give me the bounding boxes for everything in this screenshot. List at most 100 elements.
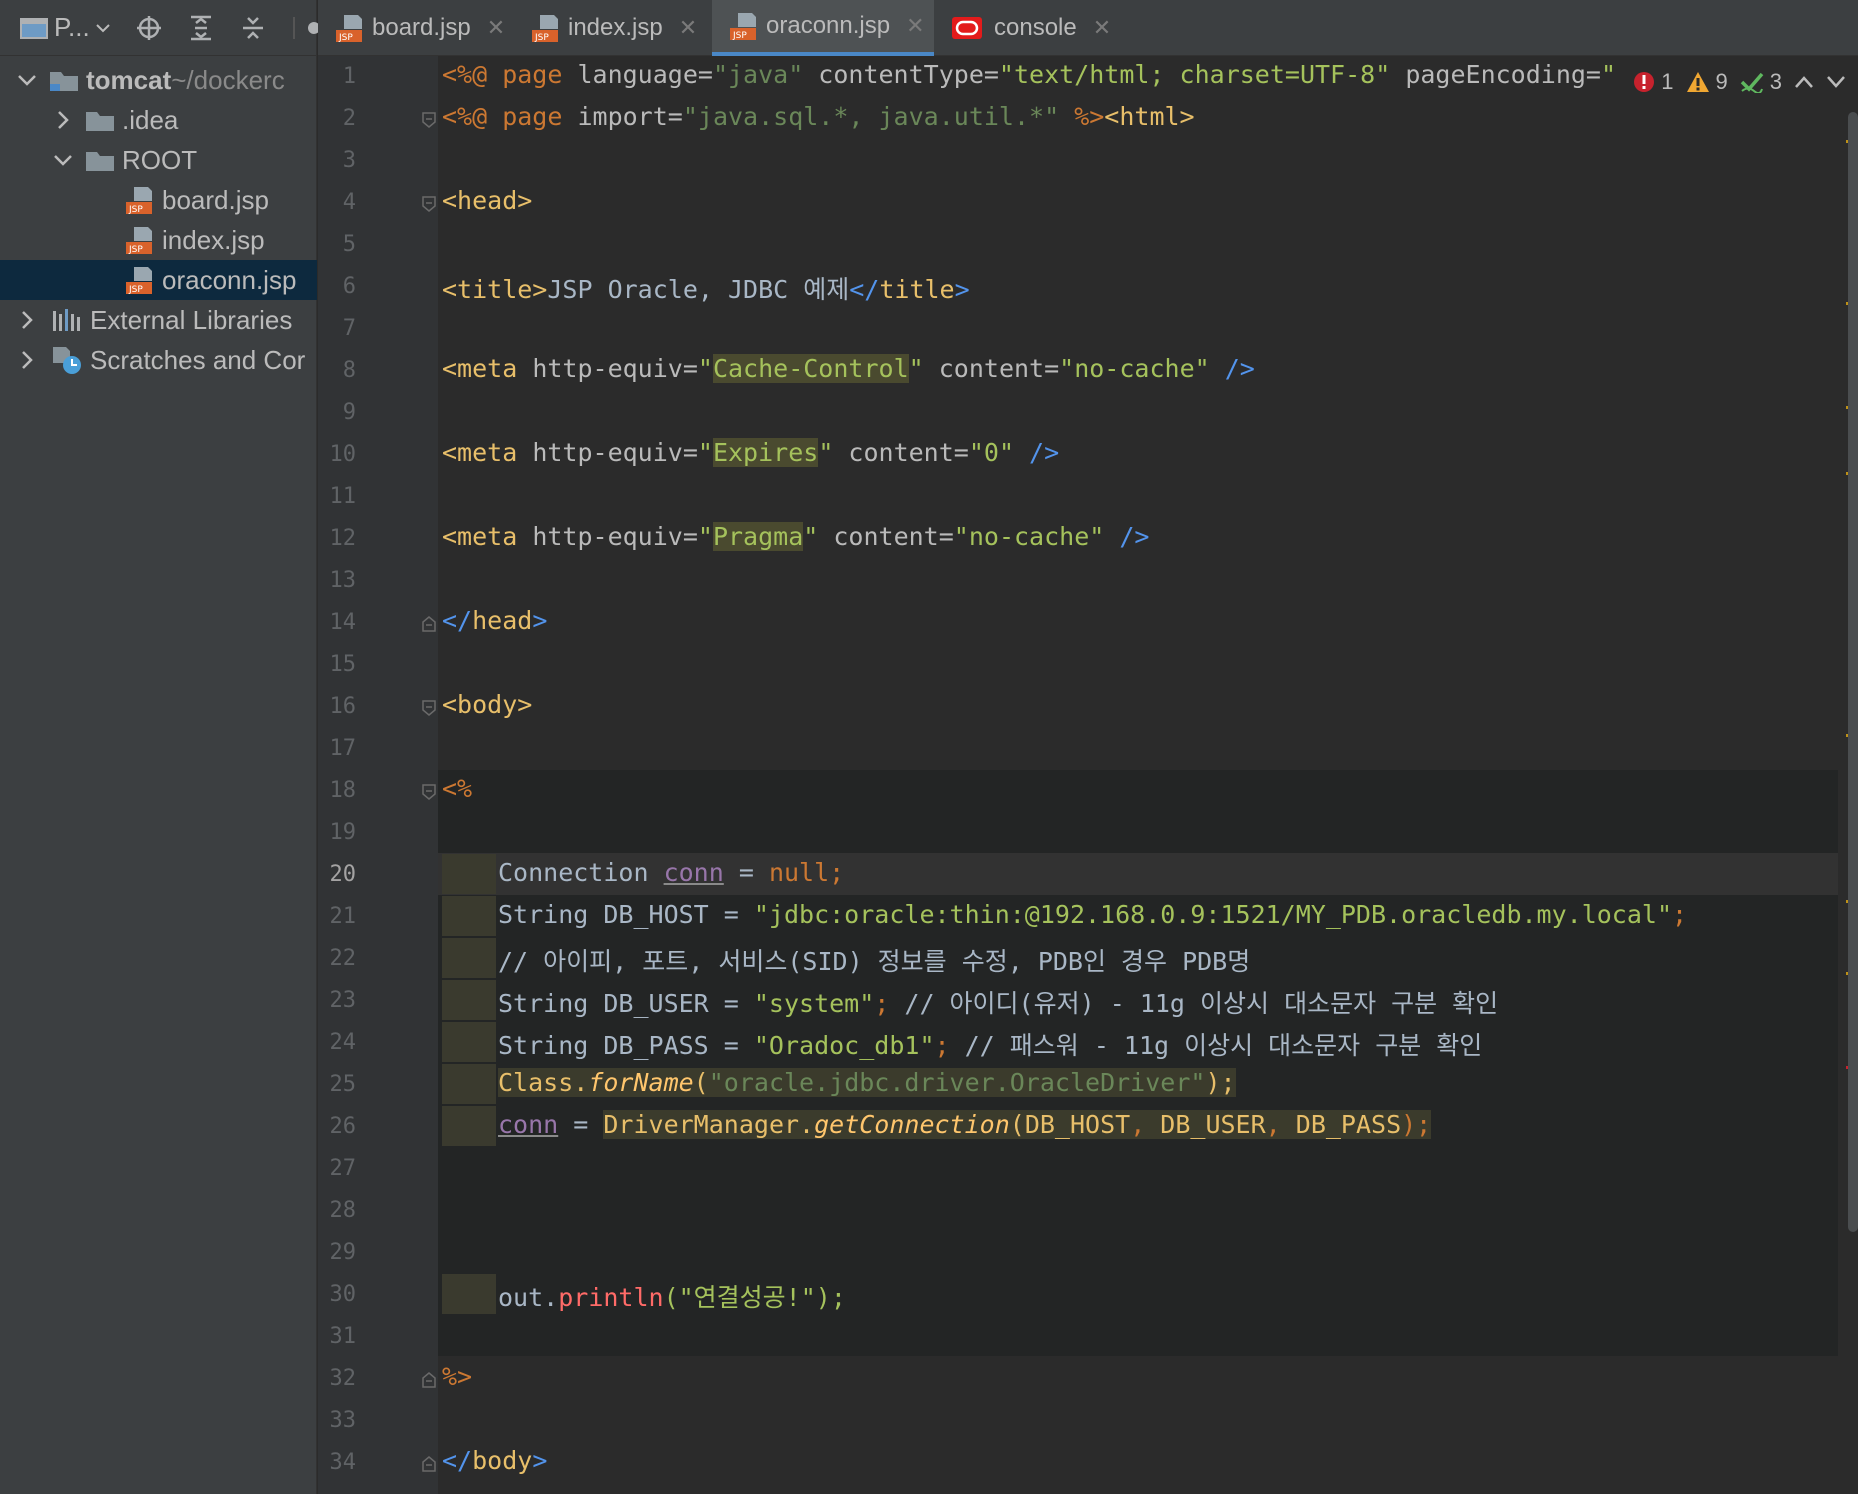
code-token: ;	[1672, 900, 1688, 929]
tree-item-idea[interactable]: .idea	[0, 100, 317, 140]
code-token: "java"	[712, 60, 804, 89]
line-number: 29	[329, 1240, 357, 1265]
code-token: body	[472, 1446, 533, 1475]
fold-icon[interactable]	[421, 1456, 437, 1472]
fold-icon[interactable]	[421, 196, 437, 212]
fold-icon[interactable]	[421, 1372, 437, 1388]
warning-count[interactable]: 9	[1686, 69, 1728, 95]
inspection-widget[interactable]: 1 9 3	[1617, 62, 1858, 102]
tree-item-oraconn-jsp[interactable]: JSP oraconn.jsp	[0, 260, 317, 300]
code-token: Pragma	[712, 522, 804, 551]
tab-index-jsp[interactable]: JSP index.jsp ✕	[514, 0, 712, 56]
code-comment: // 패스워 - 11g 이상시 대소문자 구분 확인	[964, 1031, 1483, 1060]
code-token: Class.	[498, 1068, 589, 1097]
tab-board-jsp[interactable]: JSP board.jsp ✕	[318, 0, 514, 56]
chevron-down-icon[interactable]	[16, 69, 38, 91]
close-icon[interactable]: ✕	[906, 13, 924, 39]
vertical-scrollbar[interactable]	[1848, 112, 1858, 1232]
line-number-gutter	[318, 56, 438, 1494]
code-comment: // 아이피, 포트, 서비스(SID) 정보를 수정, PDB인 경우 PDB…	[498, 947, 1251, 976]
code-token: =	[558, 1110, 604, 1139]
chevron-down-icon[interactable]	[52, 149, 74, 171]
tree-label: tomcat	[86, 64, 172, 95]
tree-item-external-libraries[interactable]: External Libraries	[0, 300, 317, 340]
locate-icon[interactable]	[136, 15, 162, 41]
code-token: );	[1401, 1110, 1432, 1139]
code-line-22: // 아이피, 포트, 서비스(SID) 정보를 수정, PDB인 경우 PDB…	[498, 942, 1250, 978]
svg-text:JSP: JSP	[128, 285, 143, 295]
chevron-up-icon[interactable]	[1794, 69, 1814, 95]
tree-label: ROOT	[122, 144, 198, 175]
line-number: 18	[329, 778, 357, 803]
tab-oraconn-jsp[interactable]: JSP oraconn.jsp ✕	[712, 0, 934, 56]
code-token: page	[487, 60, 563, 89]
fold-icon[interactable]	[421, 700, 437, 716]
tree-item-index-jsp[interactable]: JSP index.jsp	[0, 220, 317, 260]
code-token: <meta	[442, 438, 518, 467]
line-number: 23	[329, 988, 357, 1013]
collapse-all-icon[interactable]	[240, 15, 266, 41]
project-sidebar: P... tomcat ~/dockerc .idea ROOT JSP boa	[0, 0, 318, 1494]
close-icon[interactable]: ✕	[1093, 15, 1111, 41]
close-icon[interactable]: ✕	[679, 15, 697, 41]
tab-label: board.jsp	[372, 14, 471, 41]
code-line-2: <%@ page import="java.sql.*, java.util.*…	[442, 102, 1195, 131]
code-token: out.	[498, 1283, 559, 1312]
code-token: page	[487, 102, 563, 131]
code-token: String DB_USER =	[498, 989, 754, 1018]
warning-icon	[1686, 72, 1709, 92]
folder-icon	[86, 152, 114, 171]
code-token: import=	[562, 102, 683, 131]
chevron-right-icon[interactable]	[16, 309, 38, 331]
fold-icon[interactable]	[421, 784, 437, 800]
project-window-icon	[20, 17, 48, 39]
settings-icon[interactable]	[292, 15, 318, 41]
tree-item-scratches[interactable]: Scratches and Cor	[0, 340, 317, 380]
code-token: );	[1205, 1068, 1236, 1097]
tree-item-root[interactable]: ROOT	[0, 140, 317, 180]
error-count[interactable]: 1	[1633, 69, 1674, 95]
chevron-down-icon[interactable]	[1826, 69, 1846, 95]
code-token: http-equiv=	[517, 438, 698, 467]
line-number: 34	[329, 1450, 357, 1475]
code-line-18: <%	[442, 774, 472, 803]
tab-console[interactable]: console ✕	[934, 0, 1114, 56]
line-number: 21	[329, 904, 357, 929]
code-line-21: String DB_HOST = "jdbc:oracle:thin:@192.…	[498, 900, 1687, 929]
svg-text:JSP: JSP	[128, 245, 143, 255]
code-token: content=	[923, 354, 1060, 383]
fold-icon[interactable]	[421, 112, 437, 128]
tree-item-board-jsp[interactable]: JSP board.jsp	[0, 180, 317, 220]
code-token: >	[532, 606, 548, 635]
code-token: forName	[588, 1068, 694, 1097]
tree-item-tomcat[interactable]: tomcat ~/dockerc	[0, 60, 317, 100]
code-token: http-equiv=	[517, 354, 698, 383]
line-number: 28	[329, 1198, 357, 1223]
code-token: DB_USER	[1160, 1110, 1266, 1139]
code-token: %>	[1059, 102, 1105, 131]
weak-warning-count[interactable]: 3	[1740, 69, 1782, 95]
code-line-14: </head>	[442, 606, 547, 635]
code-token: Connection	[498, 858, 664, 887]
close-icon[interactable]: ✕	[487, 15, 505, 41]
project-view-selector[interactable]: P...	[20, 12, 110, 43]
fold-icon[interactable]	[421, 616, 437, 632]
code-line-12: <meta http-equiv="Pragma" content="no-ca…	[442, 522, 1149, 551]
line-number: 25	[329, 1072, 357, 1097]
chevron-right-icon[interactable]	[16, 349, 38, 371]
line-number: 12	[329, 526, 357, 551]
expand-all-icon[interactable]	[188, 15, 214, 41]
code-token: http-equiv=	[517, 522, 698, 551]
injection-indent	[442, 896, 496, 936]
code-token: String DB_PASS =	[498, 1031, 754, 1060]
line-number: 5	[342, 232, 356, 257]
module-folder-icon	[50, 72, 78, 91]
code-token: <meta	[442, 522, 518, 551]
chevron-right-icon[interactable]	[52, 109, 74, 131]
code-token: =	[723, 858, 769, 887]
tree-label: .idea	[122, 104, 179, 135]
code-token: println	[558, 1283, 664, 1312]
line-number: 2	[342, 106, 356, 131]
line-number: 33	[329, 1408, 357, 1433]
code-token: ;	[934, 1031, 965, 1060]
